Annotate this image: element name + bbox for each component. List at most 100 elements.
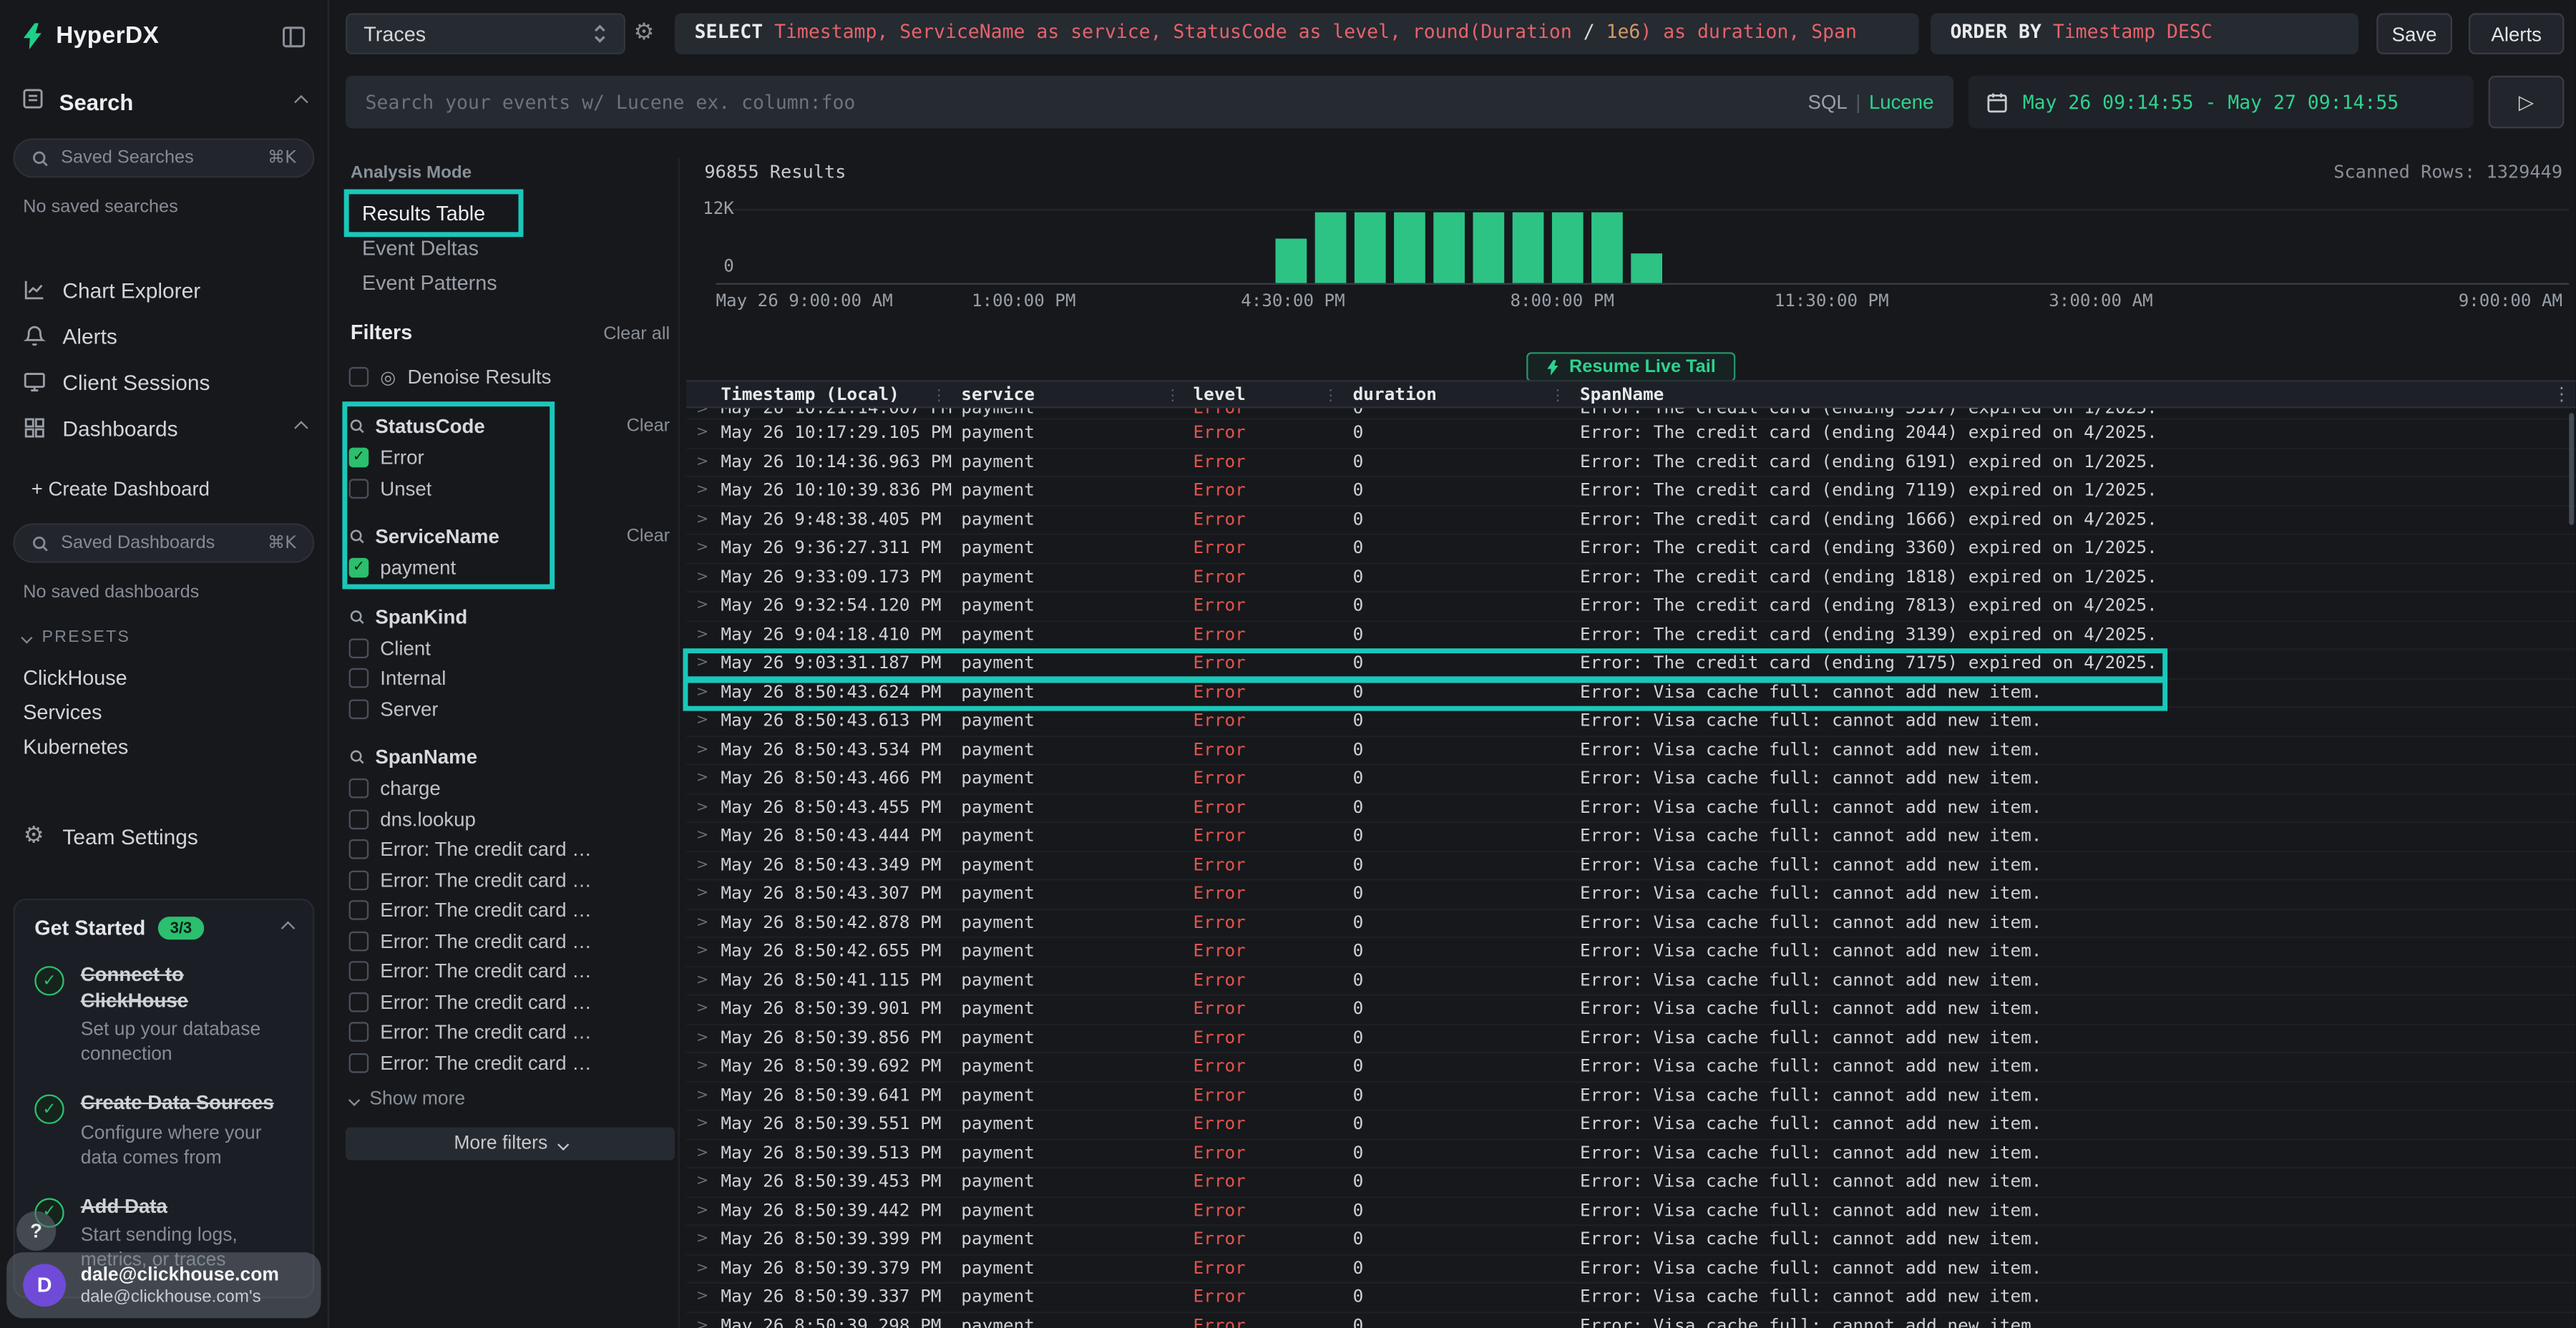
table-row[interactable]: > May 26 8:50:43.534 PM payment Error 0 … <box>686 736 2575 765</box>
source-select[interactable]: Traces <box>346 13 625 54</box>
table-row[interactable]: > May 26 9:36:27.311 PM payment Error 0 … <box>686 535 2575 564</box>
table-row[interactable]: > May 26 9:33:09.173 PM payment Error 0 … <box>686 564 2575 592</box>
help-button[interactable]: ? <box>16 1211 56 1251</box>
saved-searches-input[interactable]: Saved Searches ⌘K <box>13 138 314 177</box>
table-row[interactable]: > May 26 9:04:18.410 PM payment Error 0 … <box>686 621 2575 650</box>
table-row[interactable]: > May 26 9:32:54.120 PM payment Error 0 … <box>686 592 2575 621</box>
checkbox[interactable] <box>349 992 369 1012</box>
sql-query-editor[interactable]: SELECT Timestamp, ServiceName as service… <box>675 13 1919 54</box>
filter-option[interactable]: Error: The credit card … <box>346 987 675 1017</box>
checkbox[interactable] <box>349 840 369 860</box>
filter-option[interactable]: dns.lookup <box>346 804 675 835</box>
get-started-header[interactable]: Get Started 3/3 <box>34 917 293 939</box>
more-filters-button[interactable]: More filters <box>346 1128 675 1161</box>
column-header-duration[interactable]: duration⋮ <box>1343 384 1570 404</box>
search-input[interactable] <box>366 91 1795 114</box>
column-resize-handle[interactable]: ⋮ <box>1551 388 1566 404</box>
table-row[interactable]: > May 26 8:50:43.466 PM payment Error 0 … <box>686 766 2575 794</box>
filter-option[interactable]: Error: The credit card … <box>346 1017 675 1048</box>
checkbox[interactable] <box>349 1053 369 1073</box>
sidebar-item-clickhouse[interactable]: ClickHouse <box>0 660 328 694</box>
filter-option[interactable]: Unset <box>346 473 675 504</box>
facet-search-icon[interactable] <box>349 749 366 766</box>
table-row[interactable]: > May 26 8:50:39.399 PM payment Error 0 … <box>686 1226 2575 1255</box>
get-started-step-connect[interactable]: Connect to ClickHouse Set up your databa… <box>34 963 293 1068</box>
table-row[interactable]: > May 26 8:50:43.349 PM payment Error 0 … <box>686 851 2575 880</box>
facet-search-icon[interactable] <box>349 418 366 434</box>
checkbox[interactable] <box>349 448 369 468</box>
table-row[interactable]: > May 26 8:50:39.551 PM payment Error 0 … <box>686 1111 2575 1140</box>
column-header-spanname[interactable]: SpanName <box>1570 384 2575 404</box>
table-row[interactable]: > May 26 8:50:39.641 PM payment Error 0 … <box>686 1082 2575 1110</box>
table-row[interactable]: > May 26 8:50:39.692 PM payment Error 0 … <box>686 1053 2575 1082</box>
create-dashboard-button[interactable]: + Create Dashboard <box>0 467 328 510</box>
clear-all-button[interactable]: Clear all <box>603 324 670 344</box>
show-more-button[interactable]: Show more <box>346 1086 675 1113</box>
table-row[interactable]: > May 26 8:50:39.379 PM payment Error 0 … <box>686 1255 2575 1284</box>
filter-option[interactable]: Error: The credit card … <box>346 834 675 865</box>
filter-option[interactable]: Server <box>346 693 675 724</box>
denoise-results-checkbox[interactable]: ◎ Denoise Results <box>346 361 675 394</box>
table-row[interactable]: > May 26 8:50:43.613 PM payment Error 0 … <box>686 708 2575 736</box>
table-row[interactable]: > May 26 8:50:39.513 PM payment Error 0 … <box>686 1140 2575 1168</box>
filter-option[interactable]: charge <box>346 773 675 804</box>
table-row[interactable]: > May 26 8:50:43.307 PM payment Error 0 … <box>686 881 2575 909</box>
save-button[interactable]: Save <box>2376 13 2452 54</box>
table-row[interactable]: > May 26 8:50:39.442 PM payment Error 0 … <box>686 1197 2575 1226</box>
column-options-icon[interactable]: ⋮ <box>2552 384 2570 405</box>
checkbox[interactable] <box>349 638 369 658</box>
scrollbar-thumb[interactable] <box>2569 413 2574 524</box>
checkbox[interactable] <box>349 901 369 921</box>
column-resize-handle[interactable]: ⋮ <box>1323 388 1338 404</box>
filter-option[interactable]: Error: The credit card … <box>346 895 675 926</box>
checkbox[interactable] <box>349 367 369 387</box>
analysis-mode-option[interactable]: Results Table <box>346 196 502 230</box>
collapse-sidebar-icon[interactable] <box>281 24 306 49</box>
table-row[interactable]: > May 26 9:03:31.187 PM payment Error 0 … <box>686 650 2575 679</box>
checkbox[interactable] <box>349 1022 369 1043</box>
checkbox[interactable] <box>349 962 369 982</box>
table-row[interactable]: > May 26 8:50:39.453 PM payment Error 0 … <box>686 1168 2575 1197</box>
checkbox[interactable] <box>349 931 369 951</box>
facet-search-icon[interactable] <box>349 528 366 545</box>
sidebar-item-team-settings[interactable]: ⚙ Team Settings <box>0 813 328 859</box>
column-header-service[interactable]: service⋮ <box>951 384 1185 404</box>
table-row[interactable]: > May 26 10:10:39.836 PM payment Error 0… <box>686 477 2575 506</box>
table-row[interactable]: > May 26 10:21:14.067 PM payment Error 0… <box>686 408 2575 419</box>
filter-option[interactable]: Error <box>346 443 675 474</box>
analysis-mode-option[interactable]: Event Patterns <box>346 265 514 299</box>
table-row[interactable]: > May 26 8:50:39.901 PM payment Error 0 … <box>686 996 2575 1025</box>
presets-toggle[interactable]: PRESETS <box>23 629 327 647</box>
sidebar-item-kubernetes[interactable]: Kubernetes <box>0 729 328 763</box>
table-row[interactable]: > May 26 10:14:36.963 PM payment Error 0… <box>686 449 2575 477</box>
checkbox[interactable] <box>349 809 369 829</box>
clear-filter-button[interactable]: Clear <box>627 527 670 547</box>
saved-dashboards-input[interactable]: Saved Dashboards ⌘K <box>13 523 314 562</box>
sidebar-item-search[interactable]: Search <box>0 76 328 129</box>
checkbox[interactable] <box>349 558 369 578</box>
filter-option[interactable]: Error: The credit card … <box>346 1048 675 1078</box>
user-menu[interactable]: D dale@clickhouse.com dale@clickhouse.co… <box>6 1252 321 1318</box>
table-row[interactable]: > May 26 8:50:43.624 PM payment Error 0 … <box>686 679 2575 708</box>
column-header-timestamp[interactable]: Timestamp (Local)⋮ <box>714 384 951 404</box>
filter-option[interactable]: Error: The credit card … <box>346 865 675 896</box>
column-resize-handle[interactable]: ⋮ <box>1165 388 1180 404</box>
checkbox[interactable] <box>349 870 369 890</box>
table-row[interactable]: > May 26 8:50:39.856 PM payment Error 0 … <box>686 1025 2575 1053</box>
sql-mode-label[interactable]: SQL <box>1808 91 1848 114</box>
checkbox[interactable] <box>349 668 369 688</box>
date-range-picker[interactable]: May 26 09:14:55 - May 27 09:14:55 <box>1968 76 2474 129</box>
checkbox[interactable] <box>349 778 369 799</box>
run-query-button[interactable]: ▷ <box>2489 76 2565 129</box>
checkbox[interactable] <box>349 479 369 499</box>
column-header-level[interactable]: level⋮ <box>1185 384 1343 404</box>
checkbox[interactable] <box>349 699 369 719</box>
table-row[interactable]: > May 26 8:50:39.298 PM payment Error 0 … <box>686 1312 2575 1328</box>
sidebar-item-chart-explorer[interactable]: Chart Explorer <box>0 267 328 313</box>
filter-option[interactable]: payment <box>346 553 675 584</box>
sidebar-item-dashboards[interactable]: Dashboards <box>0 405 328 451</box>
table-row[interactable]: > May 26 9:48:38.405 PM payment Error 0 … <box>686 506 2575 534</box>
alerts-button[interactable]: Alerts <box>2469 13 2564 54</box>
clear-filter-button[interactable]: Clear <box>627 416 670 436</box>
table-row[interactable]: > May 26 10:17:29.105 PM payment Error 0… <box>686 420 2575 449</box>
